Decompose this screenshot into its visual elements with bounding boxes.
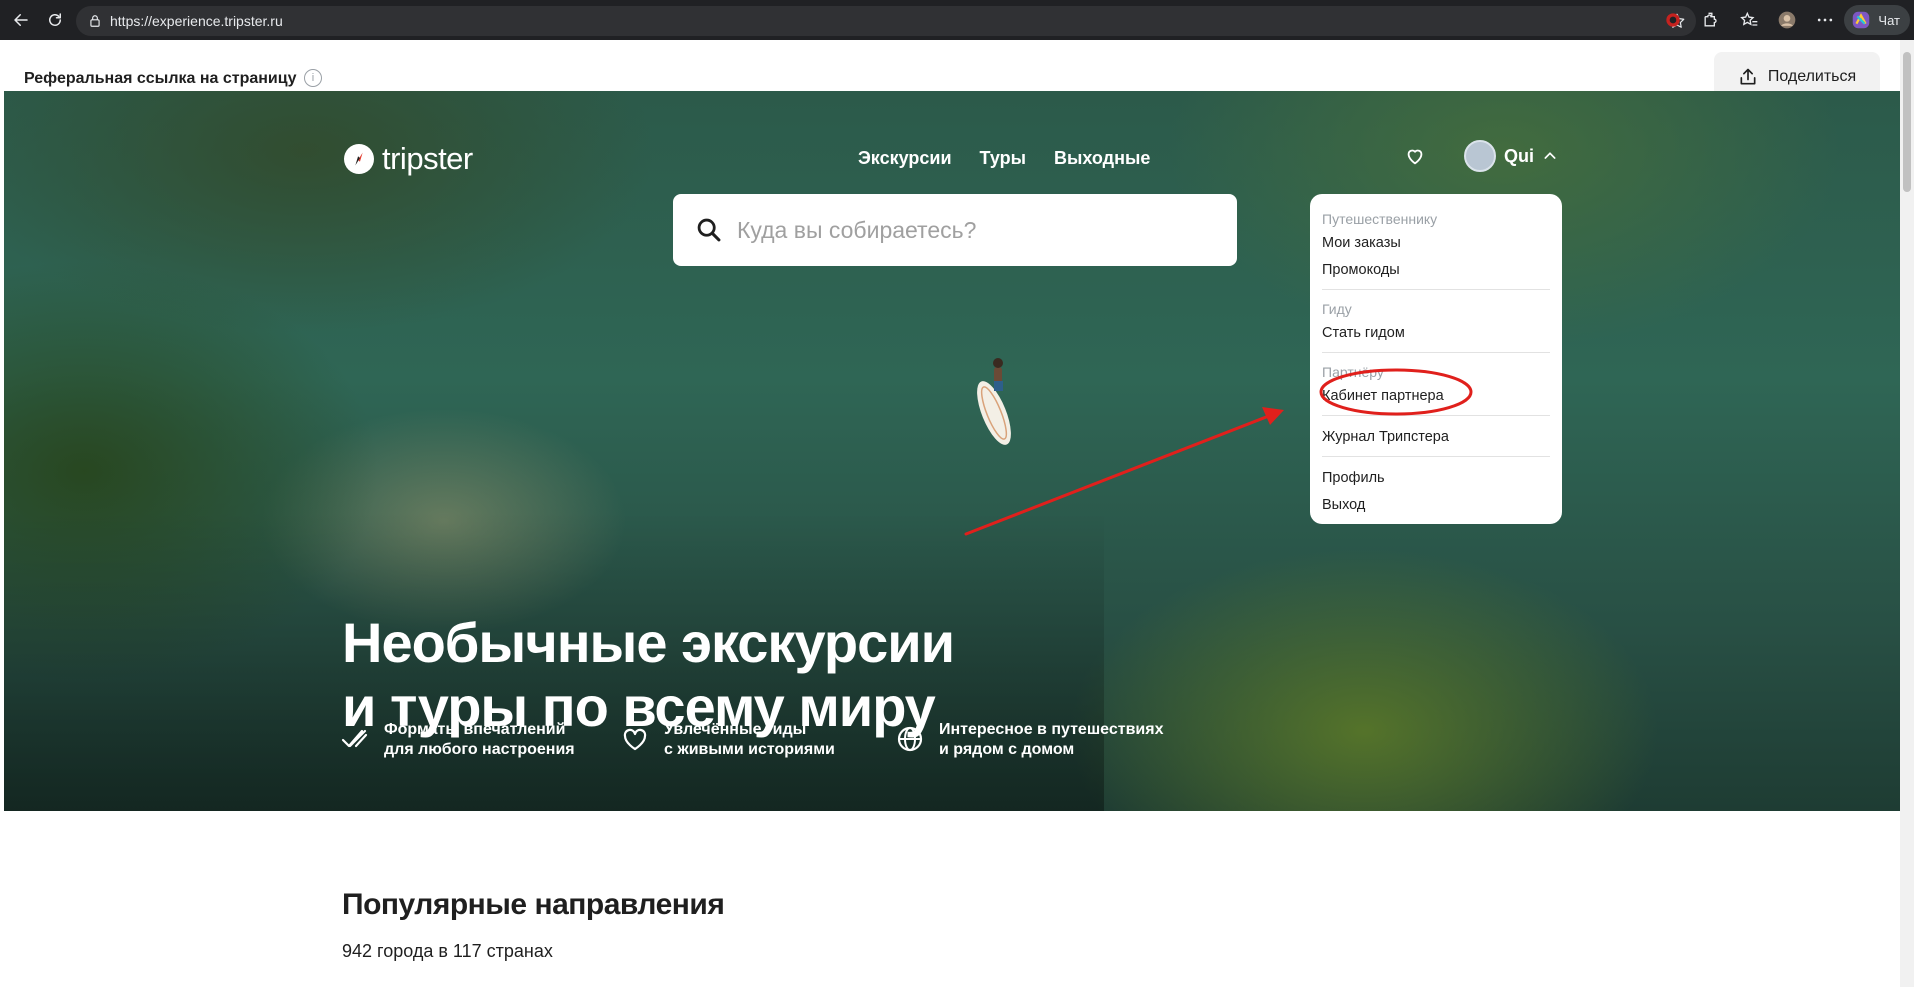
- divider: [1322, 289, 1550, 290]
- dropdown-heading-partner: Партнёру: [1322, 364, 1384, 380]
- address-bar[interactable]: https://experience.tripster.ru: [76, 6, 1696, 36]
- profile-avatar-icon[interactable]: [1768, 0, 1806, 40]
- back-icon[interactable]: [8, 7, 34, 33]
- search-box[interactable]: Куда вы собираетесь?: [673, 194, 1237, 266]
- menu-item-profile[interactable]: Профиль: [1322, 465, 1550, 492]
- divider: [1322, 415, 1550, 416]
- user-menu-toggle[interactable]: Qui: [1464, 140, 1558, 172]
- referral-bar: Реферальная ссылка на страницу i Поделит…: [0, 40, 1900, 102]
- extension-red-icon[interactable]: [1654, 0, 1692, 40]
- feature-formats: Форматы впечатлений для любого настроени…: [340, 720, 620, 760]
- referral-label: Реферальная ссылка на страницу: [24, 70, 297, 87]
- user-name: Qui: [1504, 145, 1534, 166]
- popular-subtitle: 942 города в 117 странах: [342, 941, 553, 961]
- browser-extensions: Чат: [1654, 0, 1914, 40]
- favorites-heart-icon[interactable]: [1404, 145, 1426, 167]
- feature-travel: Интересное в путешествиях и рядом с домо…: [895, 720, 1195, 760]
- menu-item-my-orders[interactable]: Мои заказы: [1322, 230, 1550, 257]
- page-content: Реферальная ссылка на страницу i Поделит…: [0, 40, 1900, 987]
- reload-icon[interactable]: [42, 7, 68, 33]
- nav-weekends[interactable]: Выходные: [1054, 148, 1150, 169]
- search-icon: [697, 218, 721, 242]
- divider: [1322, 456, 1550, 457]
- avatar: [1464, 140, 1496, 172]
- info-icon[interactable]: i: [304, 69, 322, 87]
- url-text[interactable]: https://experience.tripster.ru: [110, 13, 283, 29]
- menu-item-become-guide[interactable]: Стать гидом: [1322, 320, 1550, 347]
- feature-travel-line2: и рядом с домом: [939, 741, 1075, 758]
- copilot-chat-button[interactable]: Чат: [1844, 5, 1910, 35]
- menu-item-logout[interactable]: Выход: [1322, 492, 1550, 519]
- browser-toolbar: https://experience.tripster.ru Чат: [0, 0, 1914, 40]
- copilot-icon: [1853, 11, 1870, 29]
- chat-label: Чат: [1878, 12, 1900, 28]
- extensions-puzzle-icon[interactable]: [1692, 0, 1730, 40]
- feature-guides-line2: с живыми историями: [664, 741, 835, 758]
- scrollbar-thumb[interactable]: [1903, 52, 1911, 192]
- divider: [1322, 352, 1550, 353]
- logo-text: tripster: [382, 141, 473, 176]
- tripster-logo[interactable]: tripster: [344, 141, 473, 177]
- hero-title-line1: Необычные экскурсии: [342, 611, 955, 674]
- feature-guides-line1: Увлечённые гиды: [664, 721, 807, 738]
- compass-logo-icon: [344, 144, 374, 174]
- feature-formats-line2: для любого настроения: [384, 741, 575, 758]
- dropdown-heading-traveler: Путешественнику: [1322, 211, 1438, 227]
- feature-travel-line1: Интересное в путешествиях: [939, 721, 1164, 738]
- hero-features: Форматы впечатлений для любого настроени…: [340, 720, 1195, 760]
- nav-excursions[interactable]: Экскурсии: [858, 148, 952, 169]
- feature-formats-line1: Форматы впечатлений: [384, 721, 566, 738]
- more-menu-icon[interactable]: [1806, 0, 1844, 40]
- menu-item-partner-cabinet[interactable]: Кабинет партнера: [1322, 383, 1550, 410]
- dropdown-heading-guide: Гиду: [1322, 301, 1352, 317]
- globe-icon: [897, 726, 923, 752]
- search-input[interactable]: Куда вы собираетесь?: [737, 217, 976, 244]
- main-nav: Экскурсии Туры Выходные: [858, 148, 1150, 169]
- feature-guides: Увлечённые гиды с живыми историями: [620, 720, 895, 760]
- menu-item-promocodes[interactable]: Промокоды: [1322, 257, 1550, 284]
- double-check-icon: [341, 729, 368, 748]
- share-icon: [1740, 68, 1756, 85]
- user-dropdown-menu: Путешественнику Мои заказы Промокоды Гид…: [1310, 194, 1562, 524]
- page-scrollbar[interactable]: [1900, 40, 1914, 987]
- chevron-up-icon: [1544, 152, 1556, 159]
- popular-title: Популярные направления: [342, 888, 725, 921]
- nav-tours[interactable]: Туры: [980, 148, 1026, 169]
- hero-banner: tripster Экскурсии Туры Выходные Qui Куд…: [4, 91, 1900, 811]
- favorites-icon[interactable]: [1730, 0, 1768, 40]
- menu-item-journal[interactable]: Журнал Трипстера: [1322, 424, 1550, 451]
- heart-icon: [623, 728, 647, 751]
- paddleboard-image: [977, 358, 1011, 445]
- site-info-icon[interactable]: [88, 14, 102, 28]
- share-label: Поделиться: [1767, 68, 1857, 85]
